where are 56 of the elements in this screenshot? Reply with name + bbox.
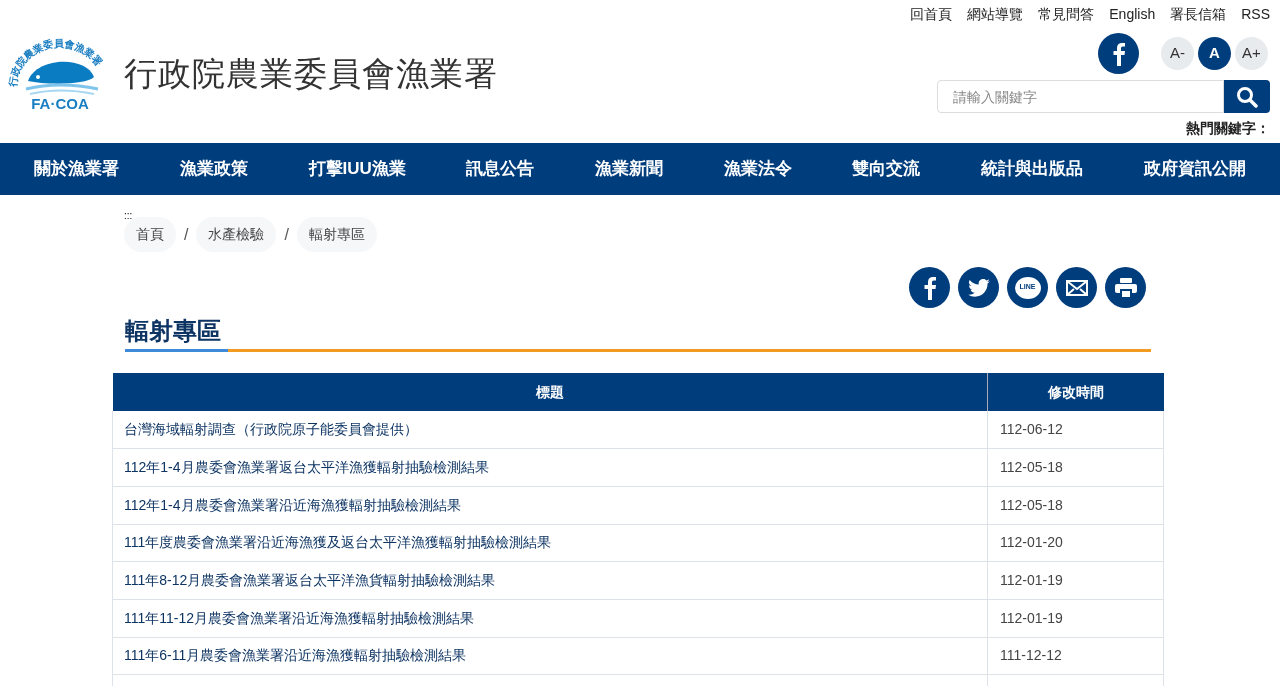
date-cell: 112-06-12 bbox=[987, 411, 1164, 449]
title-link[interactable]: 111年度農委會漁業署沿近海漁獲及返台太平洋漁獲輻射抽驗檢測結果 bbox=[124, 534, 552, 551]
nav-item[interactable]: 訊息公告 bbox=[466, 156, 535, 182]
nav-item[interactable]: 政府資訊公開 bbox=[1143, 156, 1246, 182]
date-cell: 112-01-20 bbox=[987, 524, 1164, 562]
title-link[interactable]: 台灣海域輻射調查（行政院原子能委員會提供） bbox=[124, 421, 418, 438]
search-field[interactable]: 請輸入關鍵字 bbox=[937, 80, 1224, 113]
nav-item[interactable]: 漁業新聞 bbox=[595, 156, 664, 182]
search-button[interactable] bbox=[1224, 80, 1270, 113]
title-link[interactable]: 112年1-4月農委會漁業署沿近海漁獲輻射抽驗檢測結果 bbox=[124, 496, 461, 513]
title-link[interactable]: 111年6-11月農委會漁業署沿近海漁獲輻射抽驗檢測結果 bbox=[124, 647, 467, 664]
date-cell: 112-05-18 bbox=[987, 486, 1164, 525]
facebook-icon bbox=[922, 275, 937, 300]
title-link[interactable]: 111年11-12月農委會漁業署沿近海漁獲輻射抽驗檢測結果 bbox=[124, 609, 475, 626]
nav-item[interactable]: 打擊IUU漁業 bbox=[308, 156, 406, 182]
nav-item[interactable]: 漁業法令 bbox=[723, 156, 792, 182]
share-button[interactable] bbox=[1105, 267, 1146, 308]
column-header: 標題 bbox=[112, 373, 988, 411]
date-cell: 112-01-19 bbox=[987, 561, 1164, 600]
column-header: 修改時間 bbox=[987, 373, 1164, 411]
breadcrumb-link[interactable]: 輻射專區 bbox=[296, 217, 377, 252]
font-size-button[interactable]: A+ bbox=[1235, 37, 1268, 70]
mail-icon bbox=[1065, 279, 1088, 296]
font-size-button[interactable]: A- bbox=[1161, 37, 1194, 70]
share-button[interactable] bbox=[909, 267, 950, 308]
page-title: 輻射專區 bbox=[125, 316, 222, 346]
print-icon bbox=[1114, 277, 1137, 298]
title-link[interactable]: 112年1-4月農委會漁業署返台太平洋漁獲輻射抽驗檢測結果 bbox=[124, 459, 489, 476]
hot-keywords-label: 熱門關鍵字： bbox=[1186, 119, 1270, 138]
nav-item[interactable]: 漁業政策 bbox=[179, 156, 248, 182]
top-link[interactable]: 網站導覽 bbox=[967, 4, 1024, 25]
font-size-button[interactable]: A bbox=[1198, 37, 1231, 70]
share-button[interactable] bbox=[958, 267, 999, 308]
breadcrumb-separator: / bbox=[284, 224, 289, 245]
top-link[interactable]: 常見問答 bbox=[1038, 4, 1095, 25]
date-cell: 112-01-19 bbox=[987, 599, 1164, 638]
breadcrumb-separator: / bbox=[184, 224, 189, 245]
top-link[interactable]: 署長信箱 bbox=[1170, 4, 1227, 25]
share-button[interactable] bbox=[1056, 267, 1097, 308]
breadcrumb-link[interactable]: 首頁 bbox=[124, 217, 176, 252]
facebook-icon bbox=[1111, 41, 1126, 66]
title-link[interactable]: 111年8-12月農委會漁業署返台太平洋漁貨輻射抽驗檢測結果 bbox=[124, 572, 496, 589]
fish-logo: 行政院農業委員會漁業署 FA·COA bbox=[6, 36, 114, 111]
date-cell: 111-12-12 bbox=[987, 637, 1164, 675]
search-icon bbox=[1236, 85, 1258, 108]
date-cell: 112-05-18 bbox=[987, 448, 1164, 487]
top-link[interactable]: English bbox=[1109, 4, 1156, 25]
nav-item[interactable]: 雙向交流 bbox=[852, 156, 921, 182]
nav-item[interactable]: 統計與出版品 bbox=[980, 156, 1083, 182]
site-title: 行政院農業委員會漁業署 bbox=[124, 53, 498, 94]
bird-icon bbox=[967, 278, 990, 297]
facebook-button[interactable] bbox=[1098, 33, 1139, 74]
top-link[interactable]: 回首頁 bbox=[910, 4, 953, 25]
top-link[interactable]: RSS bbox=[1241, 4, 1270, 25]
nav-item[interactable]: 關於漁業署 bbox=[34, 156, 120, 182]
breadcrumb-link[interactable]: 水產檢驗 bbox=[196, 217, 277, 252]
